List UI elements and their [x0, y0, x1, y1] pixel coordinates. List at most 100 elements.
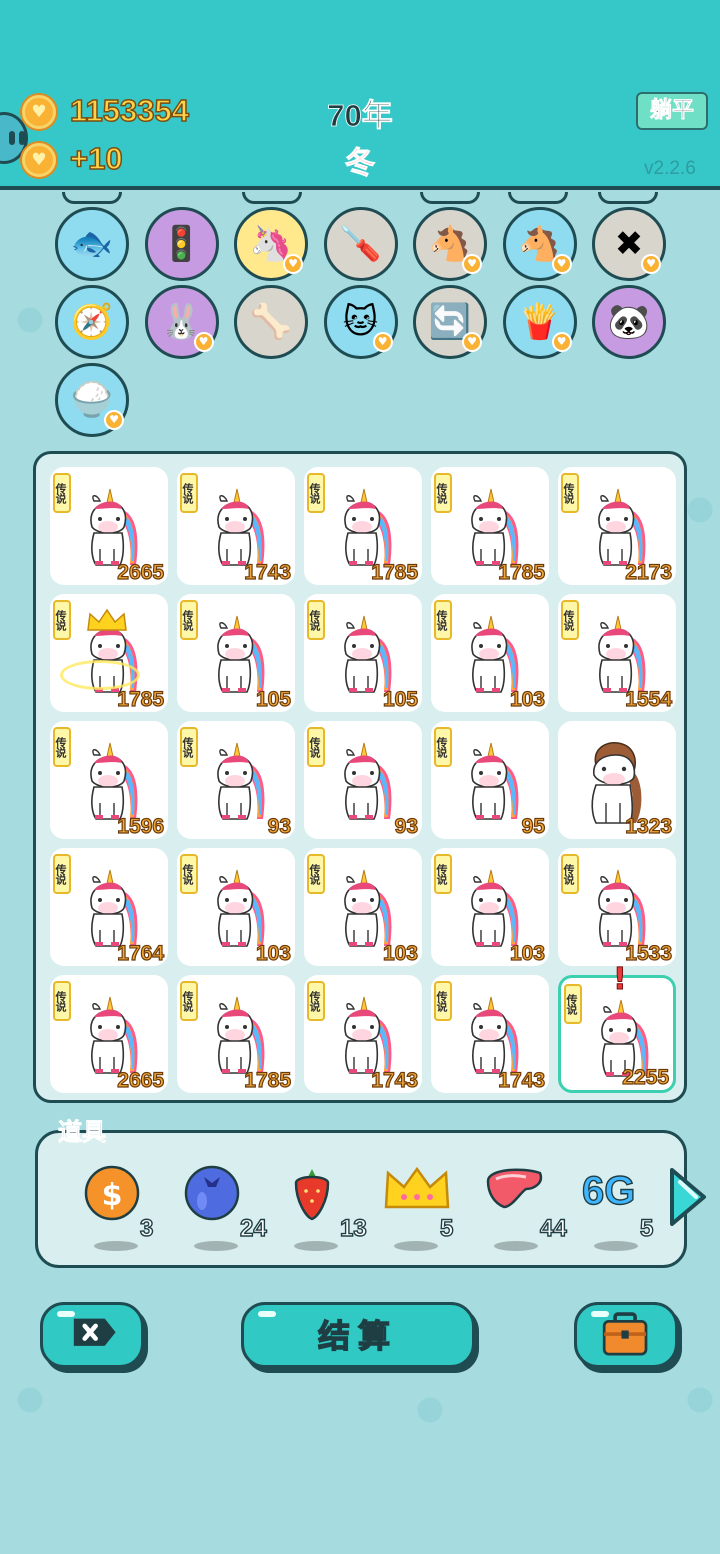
prop-shadow	[594, 1241, 638, 1251]
animal-count: 93	[267, 814, 292, 838]
legendary-tag: 传说	[434, 981, 452, 1021]
prop-quantity: 3	[139, 1214, 154, 1242]
animal-count: 1764	[117, 941, 165, 965]
owned-item[interactable]: ✖ ♥	[592, 207, 666, 281]
pet-food-bowl-icon: 🦴	[249, 302, 293, 342]
board-cell[interactable]: 传说 95	[431, 721, 549, 839]
crown-icon	[384, 1166, 450, 1209]
prop-item[interactable]: 24	[182, 1163, 272, 1253]
board-cell[interactable]: 传说 103	[431, 848, 549, 966]
unicorn-icon	[217, 488, 265, 566]
legendary-tag: 传说	[307, 600, 325, 640]
board-cell[interactable]: 传说 1743	[431, 975, 549, 1093]
prop-quantity: 24	[239, 1214, 267, 1242]
board-cell[interactable]: 传说 1785	[50, 594, 168, 712]
legendary-tag: 传说	[434, 473, 452, 513]
settle-button[interactable]: 结算	[241, 1302, 475, 1368]
owned-item[interactable]: 🐱 ♥	[323, 285, 398, 359]
owned-item[interactable]: 🐴 ♥	[413, 207, 487, 281]
board-cell[interactable]: 传说 1533	[558, 848, 676, 966]
legendary-tag: 传说	[53, 854, 71, 894]
coin-balance: 1153354	[69, 92, 189, 129]
panda-icon: 🐼	[607, 302, 651, 342]
prop-quantity: 5	[639, 1214, 654, 1242]
unicorn-icon	[217, 869, 265, 947]
unicorn-icon	[471, 996, 519, 1074]
prop-item[interactable]: 5	[382, 1163, 472, 1253]
svg-text:$: $	[102, 1178, 123, 1213]
board-cell[interactable]: 传说 1596	[50, 721, 168, 839]
legendary-tag: 传说	[53, 600, 71, 640]
board-cell[interactable]: 传说 2173	[558, 467, 676, 585]
halo-icon	[60, 660, 140, 690]
owned-item[interactable]: 🐟	[55, 207, 129, 281]
alert-icon: !	[613, 962, 628, 998]
owned-item[interactable]: 🦴	[234, 285, 308, 359]
6g-icon: 6G	[581, 1168, 636, 1213]
animal-count: 1533	[625, 941, 673, 965]
owned-item[interactable]: 🦄 ♥	[234, 207, 308, 281]
board-cell[interactable]: 传说 93	[304, 721, 422, 839]
prop-shadow	[194, 1241, 238, 1251]
heart-badge-icon: ♥	[551, 254, 572, 274]
board-cell[interactable]: 传说 1554	[558, 594, 676, 712]
coin-income: +10	[69, 140, 123, 177]
owned-item[interactable]: 🐰 ♥	[144, 285, 219, 359]
strawberry-icon	[294, 1169, 330, 1221]
next-page-arrow-icon[interactable]	[668, 1166, 708, 1228]
board-cell[interactable]: 传说 103	[431, 594, 549, 712]
unicorn-icon	[217, 615, 265, 693]
owned-items-grid: 🐟 🚦 🦄 ♥ 🪛 🐴 ♥ 🐴 ♥ ✖ ♥ 🧭 🐰 ♥ 🦴 🐱 ♥ 🔄 ♥ 🍟 ♥ 🐼 🍚 ♥	[0, 192, 720, 442]
unicorn-icon	[217, 996, 265, 1074]
prop-item[interactable]: $3	[82, 1163, 172, 1253]
owned-item[interactable]: 🍟 ♥	[502, 285, 577, 359]
animal-count: 103	[255, 941, 291, 965]
owned-item[interactable]: 🐴 ♥	[502, 207, 577, 281]
backpack-button[interactable]	[574, 1302, 678, 1368]
board-cell[interactable]: 1323	[558, 721, 676, 839]
legendary-tag: 传说	[564, 984, 582, 1024]
owned-item[interactable]: 🔄 ♥	[413, 285, 487, 359]
board-cell[interactable]: 传说 103	[177, 848, 295, 966]
owned-item[interactable]: 🍚 ♥	[55, 363, 129, 437]
owned-item[interactable]: 🧭	[55, 285, 129, 359]
animal-count: 2173	[625, 560, 673, 584]
liver-icon	[486, 1168, 543, 1209]
board-cell[interactable]: 传说 1764	[50, 848, 168, 966]
owned-item[interactable]: 🚦	[144, 207, 219, 281]
animal-count: 1785	[244, 1068, 292, 1092]
prop-item[interactable]: 6G 5	[581, 1163, 672, 1253]
unicorn-icon	[471, 488, 519, 566]
board-cell[interactable]: 传说 2665	[50, 975, 168, 1093]
board-cell[interactable]: 传说 105	[304, 594, 422, 712]
animal-count: 95	[521, 814, 546, 838]
prop-item[interactable]: 44	[482, 1163, 572, 1253]
unicorn-icon	[471, 742, 519, 820]
heart-badge-icon: ♥	[193, 332, 214, 352]
unicorn-icon	[344, 996, 392, 1074]
board-cell[interactable]: 传说 2665	[50, 467, 168, 585]
animal-count: 1743	[371, 1068, 419, 1092]
animal-count: 1596	[117, 814, 165, 838]
unicorn-icon	[217, 742, 265, 820]
board-cell[interactable]: 传说 105	[177, 594, 295, 712]
board-cell[interactable]: 传说 1785	[431, 467, 549, 585]
board-cell[interactable]: 传说 93	[177, 721, 295, 839]
prop-item[interactable]: 13	[282, 1163, 372, 1253]
lie-flat-button[interactable]: 躺平	[636, 92, 708, 130]
heart-badge-icon: ♥	[641, 254, 661, 274]
board-cell[interactable]: 传说 1785	[304, 467, 422, 585]
board-cell[interactable]: 传说 1743	[177, 467, 295, 585]
owned-item[interactable]: 🐼	[592, 285, 666, 359]
legendary-tag: 传说	[434, 600, 452, 640]
cancel-button[interactable]	[40, 1302, 144, 1368]
unicorn-icon	[598, 488, 646, 566]
board-cell[interactable]: 传说 1743	[304, 975, 422, 1093]
unicorn-icon	[344, 742, 392, 820]
board-cell[interactable]: 传说! 2255	[558, 962, 676, 1093]
board-cell[interactable]: 传说 103	[304, 848, 422, 966]
blue-berry-icon	[184, 1165, 240, 1221]
unicorn-icon	[90, 742, 138, 820]
board-cell[interactable]: 传说 1785	[177, 975, 295, 1093]
owned-item[interactable]: 🪛	[323, 207, 398, 281]
